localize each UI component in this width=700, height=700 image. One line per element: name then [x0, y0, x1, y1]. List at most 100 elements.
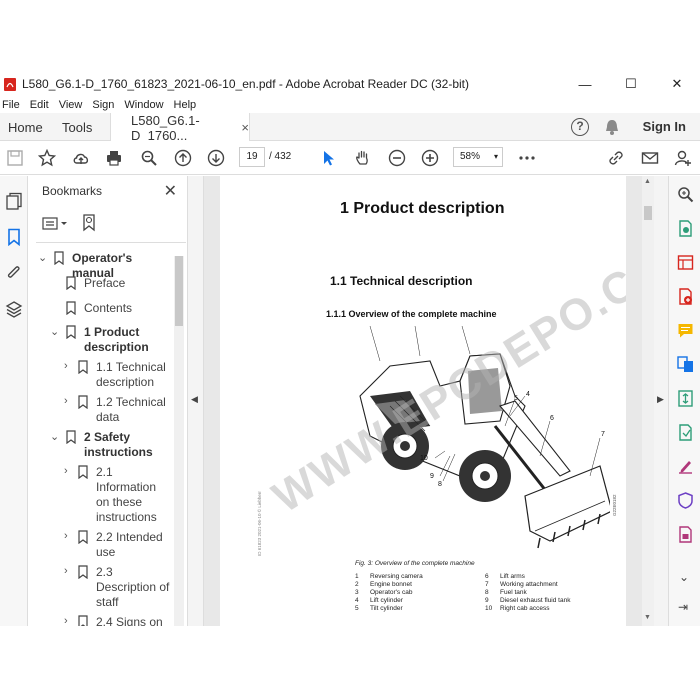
save-icon[interactable]: [6, 149, 24, 167]
compress-icon[interactable]: [677, 390, 694, 407]
bookmark-label: instructions: [84, 445, 153, 459]
menu-file[interactable]: File: [2, 99, 20, 111]
menu-bar: File Edit View Sign Window Help: [0, 96, 700, 113]
bookmark-label: Information: [96, 480, 157, 494]
bookmark-options-icon[interactable]: [42, 216, 68, 232]
hand-icon[interactable]: [354, 149, 372, 167]
menu-sign[interactable]: Sign: [92, 99, 114, 111]
menu-help[interactable]: Help: [174, 99, 197, 111]
scroll-down-icon[interactable]: ▼: [644, 614, 651, 621]
collapse-icon[interactable]: ⇥: [678, 600, 688, 614]
comment-icon[interactable]: [677, 322, 694, 339]
legend-num: 8: [485, 589, 489, 596]
combine-icon[interactable]: [677, 356, 694, 373]
bookmark-icon[interactable]: [5, 228, 23, 246]
chevron-down-icon[interactable]: ⌄: [50, 430, 59, 443]
minimize-button[interactable]: —: [562, 72, 608, 96]
chevron-down-icon[interactable]: ⌄: [38, 251, 47, 264]
acrobat-icon: [4, 77, 16, 91]
bookmark-icon: [78, 615, 88, 626]
page-down-icon[interactable]: [207, 149, 225, 167]
save-copy-icon[interactable]: [677, 526, 694, 543]
pages-icon[interactable]: [5, 192, 23, 210]
tab-document-label: L580_G6.1-D_1760...: [131, 112, 200, 143]
chevron-right-icon[interactable]: ›: [64, 565, 68, 577]
menu-view[interactable]: View: [59, 99, 83, 111]
tab-home[interactable]: Home: [8, 113, 43, 141]
layers-icon[interactable]: [5, 300, 23, 318]
scrollbar-thumb[interactable]: [175, 256, 183, 326]
page-number-input[interactable]: 19: [239, 147, 265, 167]
bookmarks-scrollbar[interactable]: [174, 256, 184, 626]
bookmark-label: 2 Safety: [84, 430, 131, 444]
close-icon[interactable]: ✕: [164, 181, 177, 201]
page-up-icon[interactable]: [174, 149, 192, 167]
fill-sign-icon[interactable]: [677, 458, 694, 475]
menu-edit[interactable]: Edit: [30, 99, 49, 111]
legend-text: Operator's cab: [370, 589, 413, 596]
upload-icon[interactable]: [72, 149, 90, 167]
legend-num: 2: [355, 581, 359, 588]
help-icon[interactable]: ?: [571, 118, 589, 136]
find-bookmark-icon[interactable]: [82, 214, 98, 232]
close-window-button[interactable]: ✕: [654, 72, 700, 96]
organize-icon[interactable]: [677, 254, 694, 271]
document-scrollbar[interactable]: ▲ ▼: [642, 176, 654, 626]
protect-icon[interactable]: [677, 492, 694, 509]
scroll-up-icon[interactable]: ▲: [644, 178, 651, 185]
bookmark-label: on these: [96, 495, 143, 509]
collapse-right-icon[interactable]: ▶: [657, 394, 664, 405]
menu-window[interactable]: Window: [124, 99, 163, 111]
bell-icon[interactable]: [604, 118, 620, 136]
callout-10: 10: [420, 455, 428, 462]
heading-2: 1.1 Technical description: [330, 274, 473, 288]
collapse-left-pane[interactable]: ◀: [188, 176, 204, 626]
divider: [36, 242, 186, 243]
collapse-right-pane[interactable]: ▶: [654, 176, 668, 626]
tab-tools[interactable]: Tools: [62, 113, 92, 141]
maximize-button[interactable]: ☐: [608, 72, 654, 96]
attachment-icon[interactable]: [5, 264, 23, 282]
figure-code: G22E0182: [612, 494, 617, 516]
legend-num: 5: [355, 605, 359, 612]
bookmark-icon: [66, 276, 76, 290]
chevron-right-icon[interactable]: ›: [64, 395, 68, 407]
legend-text: Lift cylinder: [370, 597, 403, 604]
bookmark-icon: [78, 360, 88, 374]
callout-8: 8: [438, 481, 442, 488]
print-icon[interactable]: [105, 149, 123, 167]
chevron-right-icon[interactable]: ›: [64, 360, 68, 372]
bookmark-label: description: [84, 340, 149, 354]
chevron-down-icon[interactable]: ⌄: [679, 570, 689, 584]
zoom-search-icon[interactable]: [677, 186, 694, 203]
scrollbar-thumb[interactable]: [644, 206, 652, 220]
select-cursor-icon[interactable]: [320, 149, 338, 167]
share-link-icon[interactable]: [607, 149, 625, 167]
zoom-out-icon[interactable]: [388, 149, 406, 167]
chevron-right-icon[interactable]: ›: [64, 465, 68, 477]
more-icon[interactable]: [518, 149, 536, 167]
bookmark-icon: [78, 395, 88, 409]
bookmark-label: use: [96, 545, 116, 559]
search-icon[interactable]: [140, 149, 158, 167]
sign-in-button[interactable]: Sign In: [643, 119, 686, 134]
star-icon[interactable]: [38, 149, 56, 167]
zoom-select[interactable]: 58% ▾: [453, 147, 503, 167]
title-bar: L580_G6.1-D_1760_61823_2021-06-10_en.pdf…: [0, 72, 700, 96]
create-pdf-icon[interactable]: [677, 288, 694, 305]
edit-icon[interactable]: [677, 424, 694, 441]
tab-document[interactable]: L580_G6.1-D_1760... ×: [110, 112, 250, 143]
mail-icon[interactable]: [641, 149, 659, 167]
collapse-left-icon[interactable]: ◀: [191, 394, 198, 405]
legend-num: 3: [355, 589, 359, 596]
bookmark-label: Contents: [84, 301, 133, 315]
bookmark-tools: [42, 214, 172, 234]
chevron-right-icon[interactable]: ›: [64, 530, 68, 542]
chevron-down-icon[interactable]: ⌄: [50, 325, 59, 338]
add-user-icon[interactable]: [674, 149, 692, 167]
chevron-right-icon[interactable]: ›: [64, 615, 68, 626]
zoom-in-icon[interactable]: [421, 149, 439, 167]
legend-text: Engine bonnet: [370, 581, 412, 588]
tab-close-button[interactable]: ×: [241, 120, 249, 135]
export-pdf-icon[interactable]: [677, 220, 694, 237]
